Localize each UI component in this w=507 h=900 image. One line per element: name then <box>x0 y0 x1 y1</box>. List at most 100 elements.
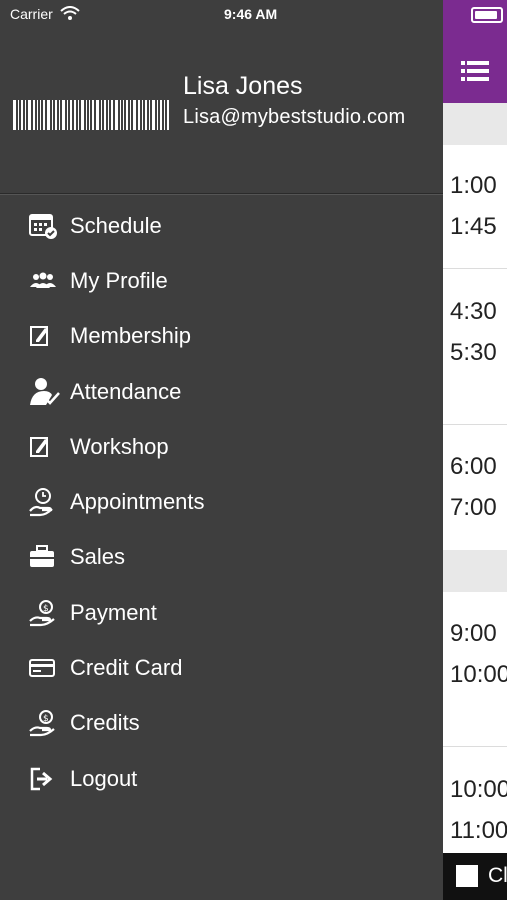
menu-item-label: Appointments <box>70 489 205 515</box>
briefcase-icon <box>28 543 68 571</box>
menu-item-label: Logout <box>70 765 138 791</box>
barcode-bar <box>115 100 118 130</box>
logout-icon <box>28 765 68 793</box>
credit-card-icon <box>28 654 68 682</box>
barcode-bar <box>81 100 84 130</box>
barcode-bar <box>126 100 128 130</box>
wifi-icon <box>60 6 80 20</box>
user-check-icon <box>28 377 68 406</box>
barcode-bar <box>28 100 31 130</box>
menu-item-payment[interactable]: $ Payment <box>0 585 443 640</box>
svg-text:$: $ <box>43 604 49 614</box>
barcode-bar <box>52 100 53 130</box>
barcode-bar <box>55 100 57 130</box>
user-email: Lisa@mybeststudio.com <box>183 106 406 128</box>
menu-item-label: Credits <box>70 710 140 736</box>
time-start: 6:00 <box>450 453 497 480</box>
footer-label: Cl <box>488 864 507 887</box>
row-divider <box>443 268 507 269</box>
time-start: 1:00 <box>450 172 497 199</box>
barcode-bar <box>138 100 140 130</box>
time-start: 9:00 <box>450 620 497 647</box>
footer-bar: Cl <box>443 853 507 900</box>
drawer-divider <box>0 193 443 195</box>
menu-item-logout[interactable]: Logout <box>0 751 443 806</box>
barcode-bar <box>149 100 150 130</box>
menu-item-label: Workshop <box>70 433 169 459</box>
barcode-bar <box>33 100 35 130</box>
people-icon <box>28 267 68 295</box>
barcode-bar <box>101 100 102 130</box>
barcode-bar <box>21 100 23 130</box>
navigation-drawer: Lisa Jones Lisa@mybeststudio.com Schedul… <box>0 0 443 900</box>
barcode-bar <box>164 100 165 130</box>
menu-item-membership[interactable]: Membership <box>0 309 443 364</box>
calendar-icon <box>28 212 68 240</box>
barcode-bar <box>62 100 65 130</box>
barcode-bar <box>89 100 90 130</box>
menu-item-label: Payment <box>70 599 157 625</box>
user-name: Lisa Jones <box>183 72 303 100</box>
date-header-band <box>443 550 507 592</box>
menu-item-sales[interactable]: Sales <box>0 530 443 585</box>
barcode-bar <box>59 100 60 130</box>
hand-money-icon: $ <box>28 599 68 627</box>
barcode-bar <box>142 100 143 130</box>
barcode-bar <box>70 100 72 130</box>
barcode-bar <box>120 100 121 130</box>
barcode-bar <box>74 100 76 130</box>
member-barcode <box>13 100 171 130</box>
barcode-bar <box>130 100 131 130</box>
barcode-bar <box>111 100 113 130</box>
time-start: 4:30 <box>450 298 497 325</box>
barcode-bar <box>145 100 147 130</box>
menu-item-credits[interactable]: $ Credits <box>0 696 443 751</box>
barcode-bar <box>160 100 162 130</box>
barcode-bar <box>92 100 94 130</box>
drawer-menu: Schedule My Profile Membership Attendanc… <box>0 198 443 806</box>
barcode-bar <box>104 100 106 130</box>
schedule-panel-background: 1:00 1:45 4:30 5:30 6:00 7:00 9:00 10:00… <box>443 0 507 900</box>
time-start: 10:00 <box>450 776 507 803</box>
barcode-bar <box>86 100 87 130</box>
row-divider <box>443 746 507 747</box>
time-end: 10:00 <box>450 661 507 688</box>
menu-item-workshop[interactable]: Workshop <box>0 419 443 474</box>
menu-item-schedule[interactable]: Schedule <box>0 198 443 253</box>
menu-item-label: Schedule <box>70 212 162 238</box>
status-bar: Carrier 9:46 AM <box>0 0 507 28</box>
carrier-label: Carrier <box>10 6 53 22</box>
hand-money-icon: $ <box>28 709 68 737</box>
row-divider <box>443 424 507 425</box>
barcode-bar <box>47 100 50 130</box>
barcode-bar <box>96 100 99 130</box>
checkbox[interactable] <box>456 865 478 887</box>
menu-item-attendance[interactable]: Attendance <box>0 364 443 419</box>
menu-item-credit-card[interactable]: Credit Card <box>0 640 443 695</box>
time-end: 11:00 <box>450 817 507 844</box>
barcode-bar <box>37 100 38 130</box>
barcode-bar <box>43 100 45 130</box>
menu-item-appointments[interactable]: Appointments <box>0 474 443 529</box>
time-end: 7:00 <box>450 494 497 521</box>
barcode-bar <box>152 100 155 130</box>
date-header-band <box>443 103 507 145</box>
barcode-bar <box>13 100 16 130</box>
time-end: 1:45 <box>450 213 497 240</box>
barcode-bar <box>133 100 136 130</box>
svg-text:$: $ <box>43 714 49 724</box>
menu-item-label: Membership <box>70 323 192 349</box>
menu-item-label: Credit Card <box>70 655 183 681</box>
barcode-bar <box>25 100 26 130</box>
edit-document-icon <box>28 322 68 350</box>
barcode-bar <box>167 100 169 130</box>
menu-item-label: Attendance <box>70 378 182 404</box>
barcode-bar <box>18 100 19 130</box>
barcode-bar <box>157 100 158 130</box>
menu-item-label: Sales <box>70 544 126 570</box>
menu-item-my-profile[interactable]: My Profile <box>0 253 443 308</box>
list-menu-icon[interactable] <box>461 60 489 82</box>
barcode-bar <box>78 100 79 130</box>
barcode-bar <box>123 100 124 130</box>
barcode-bar <box>67 100 68 130</box>
